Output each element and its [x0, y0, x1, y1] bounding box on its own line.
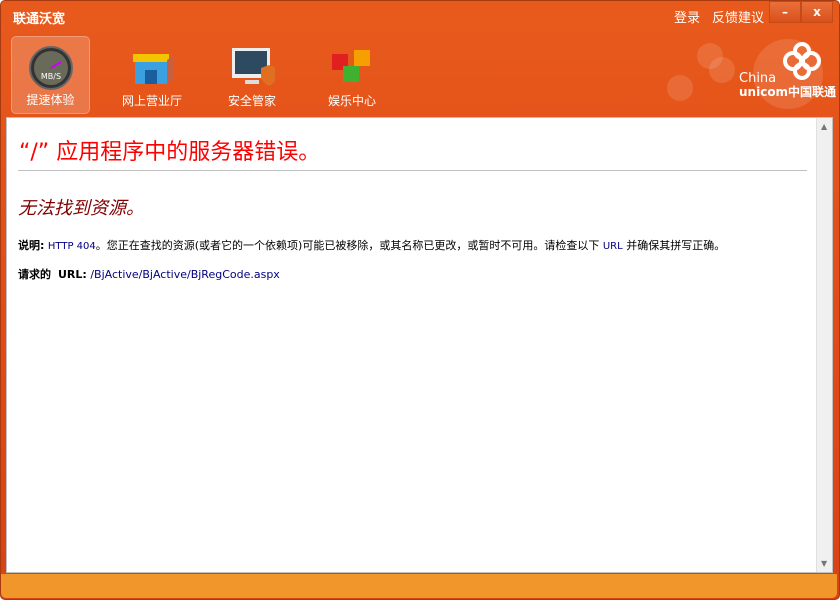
close-button[interactable]: x [801, 1, 833, 23]
description-text-end: 并确保其拼写正确。 [626, 239, 726, 252]
description-text: 。您正在查找的资源(或者它的一个依赖项)可能已被移除，或其名称已更改，或暂时不可… [95, 239, 600, 252]
vertical-scrollbar[interactable]: ▲ ▼ [816, 118, 832, 572]
nav-label: 提速体验 [26, 93, 75, 107]
store-icon [133, 54, 173, 84]
description: 说明: HTTP 404。您正在查找的资源(或者它的一个依赖项)可能已被移除，或… [18, 237, 725, 253]
description-label: 说明: [18, 239, 45, 252]
nav-security[interactable]: 安全管家 [202, 36, 302, 114]
requested-url-value: /BjActive/BjActive/BjRegCode.aspx [90, 268, 280, 281]
login-link[interactable]: 登录 [674, 7, 700, 26]
cubes-icon [332, 50, 370, 82]
feedback-link[interactable]: 反馈建议 [712, 7, 764, 26]
nav-entertainment[interactable]: 娱乐中心 [302, 36, 402, 114]
nav-label: 安全管家 [227, 94, 276, 108]
speedometer-icon: MB/S [28, 46, 73, 90]
url-label: URL: [58, 268, 87, 281]
minimize-button[interactable]: – [769, 1, 801, 23]
logo-text-unicom: unicom中国联通 [739, 85, 837, 99]
nav-online-store[interactable]: 网上营业厅 [102, 36, 202, 114]
error-heading: “/” 应用程序中的服务器错误。 [19, 140, 321, 165]
scroll-down-icon[interactable]: ▼ [821, 559, 827, 568]
error-subheading: 无法找到资源。 [18, 198, 144, 219]
url-term: URL [602, 241, 623, 252]
browser-content: “/” 应用程序中的服务器错误。 无法找到资源。 说明: HTTP 404。您正… [6, 117, 833, 573]
scroll-up-icon[interactable]: ▲ [821, 122, 827, 131]
requested-label: 请求的 [18, 268, 51, 281]
monitor-shield-icon [232, 48, 275, 86]
main-nav: MB/S 提速体验 网上营业厅 安全管家 娱乐中心 [11, 36, 402, 114]
status-bar [1, 574, 837, 598]
divider [18, 170, 807, 171]
requested-url: 请求的 URL: /BjActive/BjActive/BjRegCode.as… [18, 266, 280, 282]
nav-label: 网上营业厅 [121, 94, 182, 108]
unicom-knot-icon [783, 42, 821, 80]
http-code: HTTP 404 [47, 241, 96, 252]
nav-label: 娱乐中心 [327, 94, 376, 108]
window-title: 联通沃宽 [13, 12, 66, 27]
nav-speed-test[interactable]: MB/S 提速体验 [11, 36, 90, 114]
svg-text:MB/S: MB/S [40, 72, 60, 81]
